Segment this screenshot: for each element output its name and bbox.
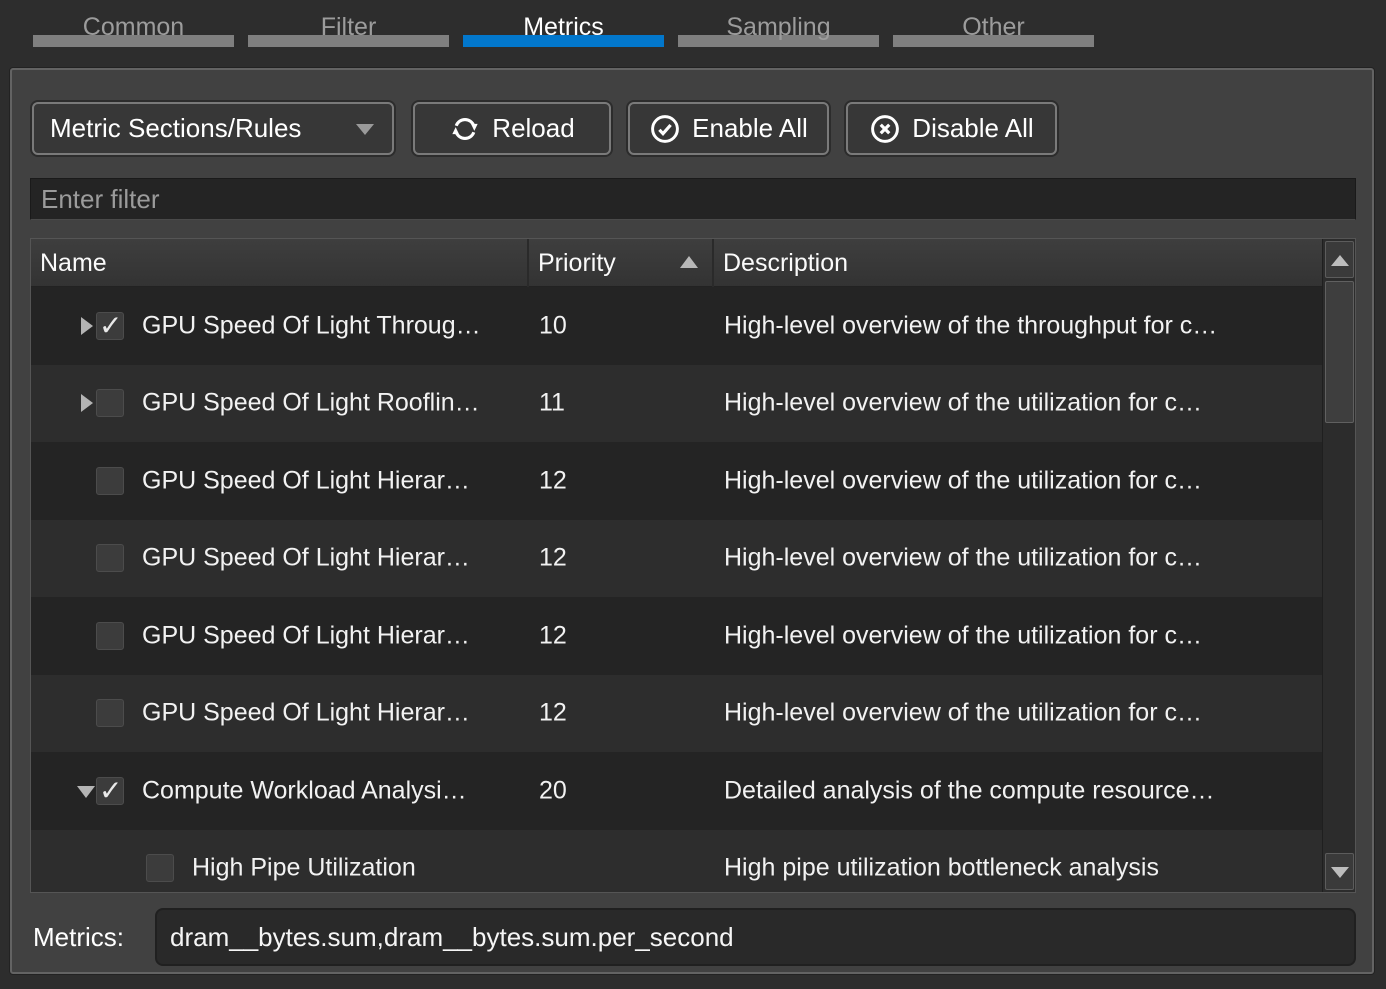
table-row[interactable]: GPU Speed Of Light Hierar… 12 High-level… — [31, 597, 1322, 675]
reload-button[interactable]: Reload — [413, 102, 611, 155]
row-description: High pipe utilization bottleneck analysi… — [724, 854, 1316, 883]
enable-all-button[interactable]: Enable All — [628, 102, 829, 155]
tab-label: Filter — [248, 0, 449, 35]
vertical-scrollbar[interactable] — [1322, 239, 1355, 892]
arrow-down-icon — [1331, 867, 1349, 878]
tab-common[interactable]: Common — [33, 0, 234, 47]
collapse-arrow-icon[interactable] — [77, 786, 95, 798]
checkbox[interactable] — [96, 777, 124, 805]
column-header-description[interactable]: Description — [714, 239, 1322, 287]
column-header-name[interactable]: Name — [31, 239, 529, 287]
expand-arrow-icon[interactable] — [81, 394, 93, 412]
row-name: GPU Speed Of Light Throug… — [142, 311, 527, 340]
table-row[interactable]: GPU Speed Of Light Hierar… 12 High-level… — [31, 675, 1322, 753]
reload-icon — [449, 113, 481, 145]
filter-input[interactable] — [30, 178, 1356, 220]
sort-ascending-icon — [680, 256, 698, 268]
row-priority: 12 — [539, 699, 709, 728]
tab-label: Common — [33, 0, 234, 35]
tab-label: Metrics — [463, 0, 664, 35]
table-row[interactable]: GPU Speed Of Light Hierar… 12 High-level… — [31, 442, 1322, 520]
metrics-label: Metrics: — [33, 908, 124, 966]
chevron-down-icon — [356, 124, 374, 135]
table-row[interactable]: Compute Workload Analysi… 20 Detailed an… — [31, 752, 1322, 830]
table-body: GPU Speed Of Light Throug… 10 High-level… — [31, 287, 1322, 892]
row-name: Compute Workload Analysi… — [142, 776, 527, 805]
tab-metrics[interactable]: Metrics — [463, 0, 664, 47]
scrollbar-thumb[interactable] — [1325, 281, 1354, 423]
metrics-input[interactable] — [155, 908, 1356, 966]
metrics-panel: Metric Sections/Rules Reload — [10, 68, 1374, 974]
table-header: Name Priority Description — [31, 239, 1322, 287]
table-row[interactable]: GPU Speed Of Light Throug… 10 High-level… — [31, 287, 1322, 365]
dropdown-label: Metric Sections/Rules — [50, 113, 301, 144]
x-circle-icon — [869, 113, 901, 145]
table-row[interactable]: GPU Speed Of Light Hierar… 12 High-level… — [31, 520, 1322, 598]
row-name: GPU Speed Of Light Hierar… — [142, 466, 527, 495]
scroll-up-button[interactable] — [1325, 241, 1354, 278]
tab-sampling[interactable]: Sampling — [678, 0, 879, 47]
row-priority: 11 — [539, 389, 709, 418]
disable-all-button[interactable]: Disable All — [846, 102, 1057, 155]
scroll-down-button[interactable] — [1325, 853, 1354, 890]
column-header-priority[interactable]: Priority — [529, 239, 714, 287]
tab-filter[interactable]: Filter — [248, 0, 449, 47]
row-name: GPU Speed Of Light Hierar… — [142, 544, 527, 573]
row-name: GPU Speed Of Light Rooflin… — [142, 389, 527, 418]
row-priority: 12 — [539, 544, 709, 573]
tab-label: Sampling — [678, 0, 879, 35]
checkbox[interactable] — [96, 467, 124, 495]
checkbox[interactable] — [96, 389, 124, 417]
row-description: High-level overview of the utilization f… — [724, 389, 1316, 418]
row-description: High-level overview of the utilization f… — [724, 699, 1316, 728]
enable-all-label: Enable All — [692, 113, 808, 144]
check-circle-icon — [649, 113, 681, 145]
row-priority: 12 — [539, 621, 709, 650]
row-priority: 10 — [539, 311, 709, 340]
checkbox[interactable] — [96, 699, 124, 727]
metric-sections-rules-dropdown[interactable]: Metric Sections/Rules — [32, 102, 394, 155]
row-description: High-level overview of the utilization f… — [724, 466, 1316, 495]
disable-all-label: Disable All — [912, 113, 1033, 144]
row-priority: 20 — [539, 776, 709, 805]
table-row[interactable]: GPU Speed Of Light Rooflin… 11 High-leve… — [31, 365, 1322, 443]
metrics-table: Name Priority Description GPU Speed Of L… — [30, 238, 1356, 893]
row-description: High-level overview of the throughput fo… — [724, 311, 1316, 340]
row-name: GPU Speed Of Light Hierar… — [142, 699, 527, 728]
arrow-up-icon — [1331, 255, 1349, 266]
row-description: High-level overview of the utilization f… — [724, 544, 1316, 573]
table-row-child[interactable]: High Pipe Utilization High pipe utilizat… — [31, 830, 1322, 893]
checkbox[interactable] — [146, 854, 174, 882]
reload-label: Reload — [492, 113, 574, 144]
metric-selection-window: Common Filter Metrics Sampling Other Met… — [0, 0, 1386, 989]
row-name: High Pipe Utilization — [192, 854, 527, 883]
tab-other[interactable]: Other — [893, 0, 1094, 47]
row-priority: 12 — [539, 466, 709, 495]
expand-arrow-icon[interactable] — [81, 317, 93, 335]
row-description: Detailed analysis of the compute resourc… — [724, 776, 1316, 805]
row-description: High-level overview of the utilization f… — [724, 621, 1316, 650]
checkbox[interactable] — [96, 622, 124, 650]
row-name: GPU Speed Of Light Hierar… — [142, 621, 527, 650]
tab-label: Other — [893, 0, 1094, 35]
checkbox[interactable] — [96, 544, 124, 572]
tab-bar: Common Filter Metrics Sampling Other — [33, 0, 1094, 47]
column-header-priority-label: Priority — [538, 249, 616, 277]
checkbox[interactable] — [96, 312, 124, 340]
